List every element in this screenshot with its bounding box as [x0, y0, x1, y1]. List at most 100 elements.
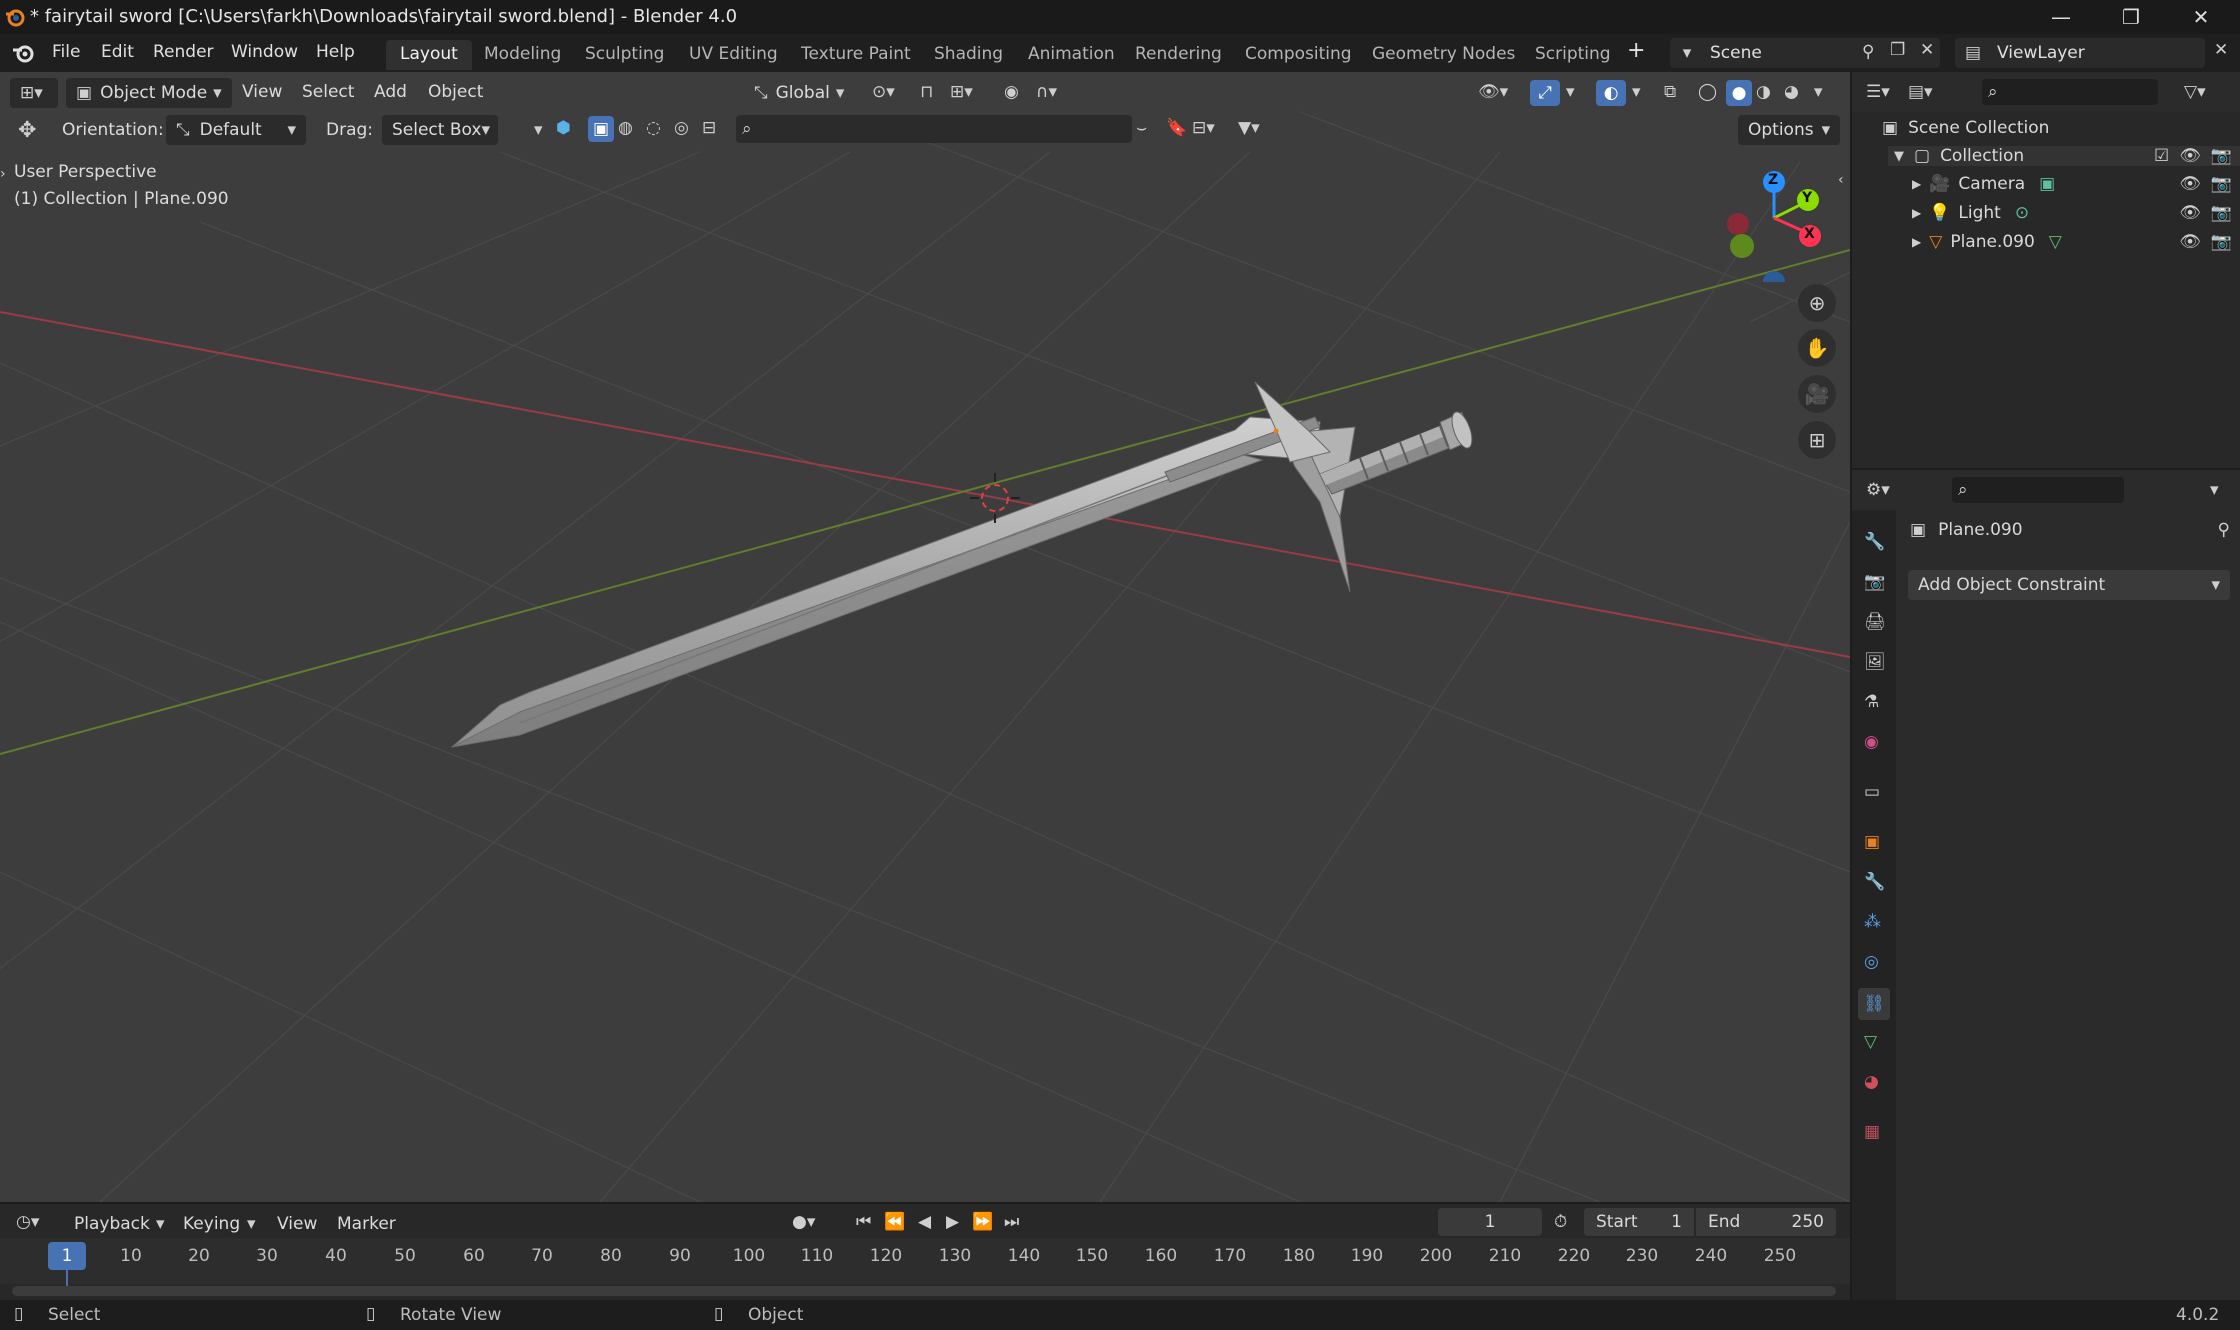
current-frame-field[interactable]: 1: [1438, 1208, 1542, 1236]
select-invert-icon[interactable]: ◎: [674, 118, 689, 138]
scene-collection-row[interactable]: ▣ Scene Collection: [1882, 118, 2049, 138]
layout-icon[interactable]: ⊟▾: [1192, 118, 1215, 138]
select-mode-icon[interactable]: ▣: [588, 116, 614, 142]
solid-shading-icon[interactable]: ●: [1726, 80, 1752, 106]
add-object-constraint-dropdown[interactable]: Add Object Constraint ▾: [1908, 570, 2230, 600]
collapse-arrow-icon[interactable]: ▼: [1894, 149, 1904, 164]
perspective-toggle-icon[interactable]: ⊞: [1798, 421, 1836, 459]
new-scene-icon[interactable]: ❐: [1890, 40, 1905, 60]
menu-view[interactable]: View: [277, 1214, 317, 1234]
material-shading-icon[interactable]: ◑: [1756, 82, 1771, 102]
mesh-data-icon[interactable]: ▽: [2049, 232, 2062, 252]
select-extend-icon[interactable]: ◍: [618, 118, 633, 138]
display-mode-icon[interactable]: ▤▾: [1908, 82, 1933, 102]
record-icon[interactable]: ●▾: [792, 1212, 815, 1232]
light-data-icon[interactable]: ⊙: [2015, 203, 2029, 223]
select-intersect-icon[interactable]: ⊟: [702, 118, 716, 138]
rendered-shading-icon[interactable]: ◕: [1784, 82, 1799, 102]
play-reverse-icon[interactable]: ◀: [918, 1212, 931, 1232]
zoom-icon[interactable]: ⊕: [1798, 284, 1836, 322]
outliner-item-camera[interactable]: ▶ 🎥 Camera ▣ 👁 📷: [1912, 174, 2240, 194]
tab-geometry-nodes[interactable]: Geometry Nodes: [1358, 40, 1529, 70]
outliner-filter-icon[interactable]: ▽▾: [2184, 82, 2206, 102]
xray-icon[interactable]: ⧉: [1664, 82, 1676, 102]
particles-tab-icon[interactable]: ⁂: [1864, 912, 1881, 932]
menu-playback[interactable]: Playback: [74, 1214, 150, 1234]
snap-icon[interactable]: ⊓: [920, 82, 933, 102]
restore-button[interactable]: ❐: [2096, 0, 2166, 34]
object-tab-icon[interactable]: ▣: [1864, 832, 1880, 852]
visibility-eye-icon[interactable]: 👁: [2179, 232, 2201, 252]
curve-icon[interactable]: ⌣: [1136, 118, 1147, 138]
menu-window[interactable]: Window: [231, 42, 298, 62]
tab-animation[interactable]: Animation: [1014, 40, 1129, 70]
menu-view[interactable]: View: [242, 82, 282, 102]
render-camera-icon[interactable]: 📷: [2211, 203, 2232, 223]
delete-scene-icon[interactable]: ✕: [1920, 40, 1934, 60]
tab-rendering[interactable]: Rendering: [1121, 40, 1236, 70]
timeline-scrollbar[interactable]: [12, 1286, 1836, 1296]
expand-arrow-icon[interactable]: ▶: [1912, 177, 1921, 191]
menu-add[interactable]: Add: [374, 82, 407, 102]
gizmo-toggle-icon[interactable]: ⤢: [1530, 80, 1560, 106]
tab-sculpting[interactable]: Sculpting: [571, 40, 678, 70]
pan-hand-icon[interactable]: ✋: [1798, 329, 1836, 367]
start-frame-field[interactable]: Start 1: [1584, 1208, 1694, 1236]
render-tab-icon[interactable]: 📷: [1864, 572, 1885, 592]
camera-data-icon[interactable]: ▣: [2039, 174, 2055, 194]
view-layer-selector[interactable]: ▤ ViewLayer: [1955, 38, 2205, 68]
pin-icon[interactable]: ⚲: [1862, 42, 1874, 62]
end-frame-field[interactable]: End 250: [1696, 1208, 1836, 1236]
prev-keyframe-icon[interactable]: ⏪: [884, 1212, 905, 1232]
snap-target-icon[interactable]: ⊞▾: [950, 82, 973, 102]
close-button[interactable]: ✕: [2166, 0, 2236, 34]
render-camera-icon[interactable]: 📷: [2211, 146, 2232, 166]
filter-icon[interactable]: ▼▾: [1238, 118, 1260, 138]
proportional-editing-icon[interactable]: ◉: [1004, 82, 1019, 102]
visibility-eye-icon[interactable]: 👁: [2179, 174, 2201, 194]
scene-tab-icon[interactable]: ⚗: [1864, 692, 1879, 712]
visibility-eye-icon[interactable]: 👁: [2179, 146, 2201, 166]
jump-start-icon[interactable]: ⏮: [856, 1212, 871, 1232]
data-tab-icon[interactable]: ▽: [1864, 1032, 1877, 1052]
menu-marker[interactable]: Marker: [337, 1214, 396, 1234]
menu-select[interactable]: Select: [302, 82, 354, 102]
remove-view-layer-icon[interactable]: ✕: [2214, 40, 2228, 60]
material-tab-icon[interactable]: ◕: [1864, 1072, 1879, 1092]
render-camera-icon[interactable]: 📷: [2211, 232, 2232, 252]
editor-type-button[interactable]: ⊞▾: [10, 78, 58, 108]
properties-search-input[interactable]: ⌕: [1952, 477, 2124, 503]
tab-modeling[interactable]: Modeling: [470, 40, 575, 70]
blender-menu-icon[interactable]: [10, 41, 36, 65]
tab-uv-editing[interactable]: UV Editing: [675, 40, 792, 70]
tab-compositing[interactable]: Compositing: [1231, 40, 1366, 70]
visibility-icon[interactable]: 👁▾: [1478, 82, 1508, 102]
jump-end-icon[interactable]: ⏭: [1004, 1212, 1019, 1232]
collection-tab-icon[interactable]: ▭: [1864, 782, 1880, 802]
color-picker-icon[interactable]: ⬢: [556, 118, 571, 138]
camera-view-icon[interactable]: 🎥: [1798, 375, 1836, 413]
menu-help[interactable]: Help: [316, 42, 355, 62]
chevron-down-icon[interactable]: ▾: [1814, 82, 1823, 102]
stopwatch-icon[interactable]: ⏱: [1554, 1212, 1567, 1232]
outliner-item-plane[interactable]: ▶ ▽ Plane.090 ▽ 👁 📷: [1912, 232, 2240, 252]
physics-tab-icon[interactable]: ◎: [1864, 952, 1879, 972]
chevron-down-icon[interactable]: ▾: [534, 120, 543, 140]
transform-orientation-dropdown[interactable]: ⤡ Global ▾: [744, 78, 854, 108]
properties-editor-type-icon[interactable]: ⚙▾: [1866, 480, 1890, 500]
tab-shading[interactable]: Shading: [920, 40, 1017, 70]
add-workspace-button[interactable]: +: [1627, 38, 1645, 63]
tab-texture-paint[interactable]: Texture Paint: [787, 40, 925, 70]
timeline-ruler[interactable]: 1 10 20 30 40 50 60 70 80 90 100 110 120…: [0, 1238, 1850, 1286]
expand-arrow-icon[interactable]: ▶: [1912, 235, 1921, 249]
wireframe-shading-icon[interactable]: ◯: [1698, 82, 1717, 102]
next-keyframe-icon[interactable]: ⏩: [972, 1212, 993, 1232]
menu-edit[interactable]: Edit: [101, 42, 134, 62]
menu-render[interactable]: Render: [153, 42, 214, 62]
3d-viewport[interactable]: ⊞▾ ▣ Object Mode ▾ View Select Add Objec…: [0, 72, 1850, 1202]
toolbar-expand-icon[interactable]: ›: [0, 166, 6, 182]
constraint-tab-icon[interactable]: ⛓: [1858, 988, 1890, 1020]
drag-dropdown[interactable]: Select Box ▾: [382, 115, 498, 145]
outliner-search-input[interactable]: ⌕: [1982, 79, 2158, 105]
menu-file[interactable]: File: [52, 42, 80, 62]
